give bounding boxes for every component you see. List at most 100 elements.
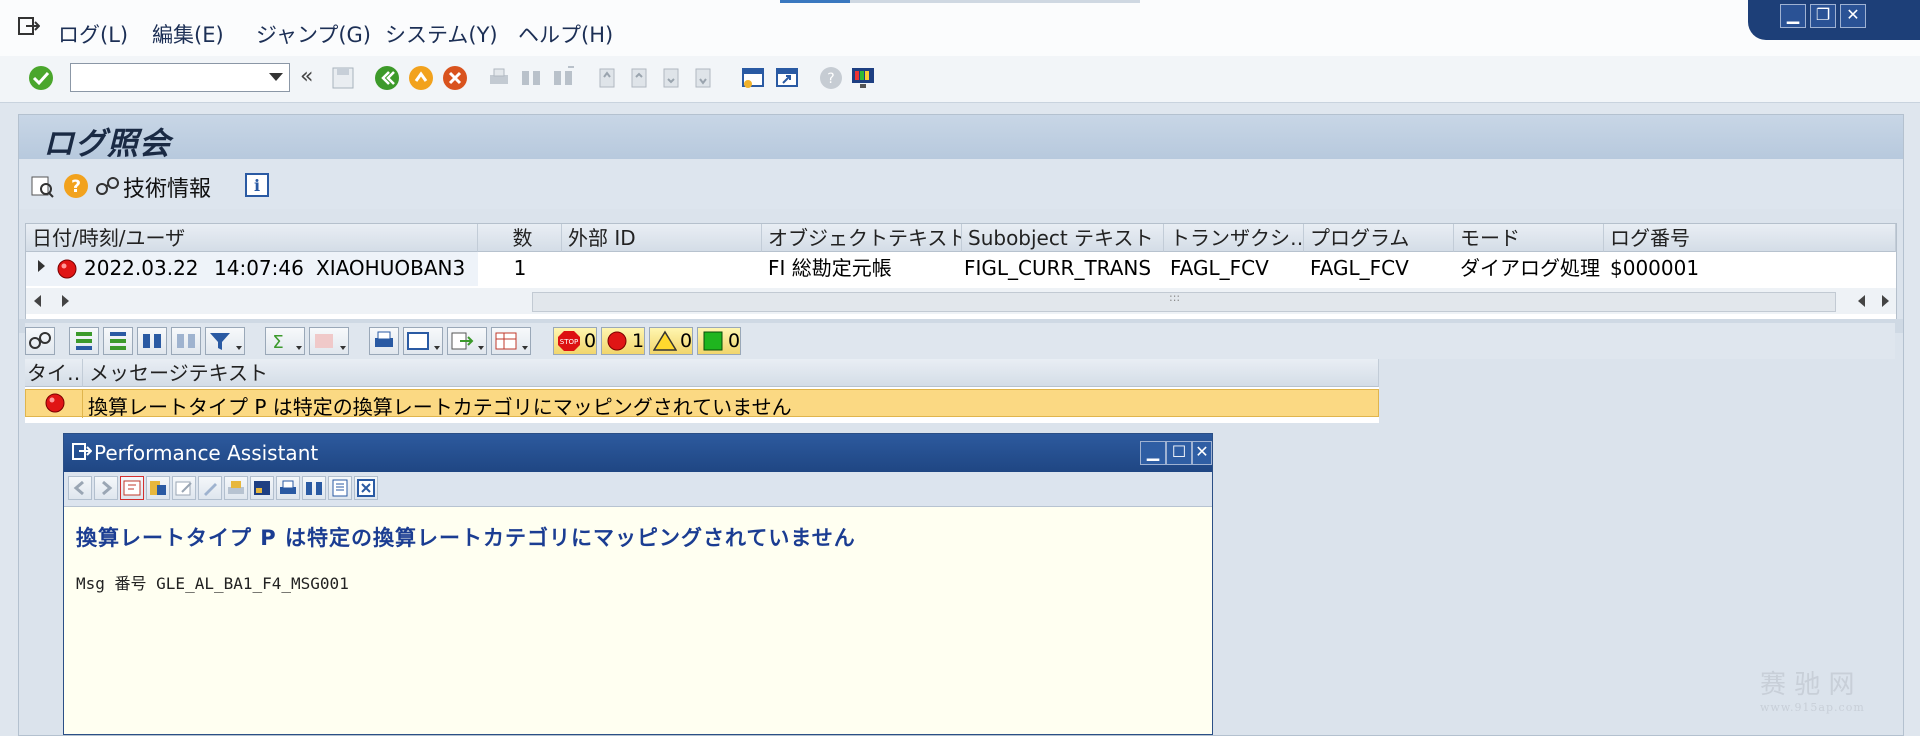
- first-page-icon[interactable]: [594, 65, 620, 91]
- menu-help[interactable]: ヘルプ(H): [518, 19, 613, 49]
- arrow-right-icon[interactable]: [94, 476, 118, 500]
- exit-menu-icon[interactable]: [18, 17, 40, 37]
- menu-system[interactable]: システム(Y): [385, 19, 498, 49]
- new-session-icon[interactable]: [740, 65, 766, 91]
- close-window-icon[interactable]: [354, 476, 378, 500]
- restore-icon[interactable]: ❐: [1810, 4, 1836, 28]
- minimize-icon[interactable]: ▁: [1780, 4, 1806, 28]
- export-icon[interactable]: [447, 327, 487, 355]
- col-header-type[interactable]: タイ…: [25, 359, 83, 387]
- col-header-subobject-text[interactable]: Subobject テキスト: [962, 224, 1164, 252]
- error-counter[interactable]: 1: [601, 327, 645, 355]
- print-icon[interactable]: [276, 476, 300, 500]
- technical-info-button[interactable]: 技術情報: [123, 171, 211, 203]
- glossary-icon[interactable]: [146, 476, 170, 500]
- tab-marker: [850, 0, 1140, 3]
- command-field[interactable]: [70, 63, 290, 92]
- col-header-external-id[interactable]: 外部 ID: [562, 224, 762, 252]
- minimize-icon[interactable]: ▁: [1140, 441, 1166, 465]
- error-status-icon: [45, 393, 65, 413]
- col-header-program[interactable]: プログラム: [1304, 224, 1454, 252]
- close-icon[interactable]: ✕: [1192, 441, 1212, 465]
- pa-title-bar[interactable]: Performance Assistant ▁ ☐ ✕: [64, 434, 1212, 472]
- help-icon[interactable]: ?: [818, 65, 844, 91]
- edit-icon[interactable]: [172, 476, 196, 500]
- warning-counter[interactable]: 0: [649, 327, 693, 355]
- exit-icon[interactable]: [408, 65, 434, 91]
- menu-jump[interactable]: ジャンプ(G): [256, 19, 371, 49]
- customize-layout-icon[interactable]: [850, 65, 876, 91]
- find-next-icon[interactable]: [550, 65, 576, 91]
- col-header-object-text[interactable]: オブジェクトテキスト: [762, 224, 962, 252]
- technical-info-icon[interactable]: [95, 174, 121, 198]
- arrow-left-icon[interactable]: [68, 476, 92, 500]
- scrollbar-track[interactable]: :::: [532, 291, 1836, 312]
- scroll-right-end-icon[interactable]: [1882, 295, 1889, 307]
- print-icon[interactable]: [486, 65, 512, 91]
- scroll-right-icon[interactable]: [62, 295, 69, 307]
- maximize-icon[interactable]: ☐: [1166, 441, 1192, 465]
- stop-count: 0: [584, 330, 597, 352]
- print-preview-icon[interactable]: [369, 327, 399, 355]
- document-list-icon[interactable]: [328, 476, 352, 500]
- collapse-toolbar-icon[interactable]: «: [300, 64, 313, 89]
- col-header-log-number[interactable]: ログ番号: [1604, 224, 1896, 252]
- chevron-down-icon[interactable]: [269, 73, 283, 81]
- menu-edit[interactable]: 編集(E): [152, 19, 224, 49]
- previous-page-icon[interactable]: [626, 65, 652, 91]
- log-table: 日付/時刻/ユーザ 数 外部 ID オブジェクトテキスト Subobject テ…: [25, 223, 1897, 327]
- pa-toolbar: [64, 472, 1212, 507]
- log-object-text: FI 総勘定元帳: [768, 256, 892, 280]
- filter-icon[interactable]: [205, 327, 245, 355]
- layout-icon[interactable]: [491, 327, 531, 355]
- log-date: 2022.03.22: [84, 256, 199, 280]
- enter-check-icon[interactable]: [28, 65, 54, 91]
- subtotal-icon[interactable]: [309, 327, 349, 355]
- sort-descending-icon[interactable]: [103, 327, 133, 355]
- print-doc-icon[interactable]: [224, 476, 248, 500]
- scroll-left-end-icon[interactable]: [1858, 295, 1865, 307]
- warning-count: 0: [680, 330, 693, 352]
- total-icon[interactable]: Σ: [265, 327, 305, 355]
- find-pa-icon[interactable]: [302, 476, 326, 500]
- success-count: 0: [728, 330, 741, 352]
- pa-message-number: Msg 番号 GLE_AL_BA1_F4_MSG001: [76, 574, 349, 593]
- display-detail-icon[interactable]: [29, 173, 55, 199]
- find-alv-icon[interactable]: [137, 327, 167, 355]
- pencil-icon[interactable]: [198, 476, 222, 500]
- shortcut-icon[interactable]: [774, 65, 800, 91]
- scroll-left-icon[interactable]: [34, 295, 41, 307]
- next-page-icon[interactable]: [658, 65, 684, 91]
- application-toolbar: ? 技術情報 i: [19, 159, 1903, 209]
- col-header-count[interactable]: 数: [478, 224, 562, 252]
- exit-menu-icon[interactable]: [72, 443, 92, 461]
- cancel-icon[interactable]: [442, 65, 468, 91]
- scroll-grip[interactable]: :::: [1169, 291, 1180, 304]
- question-icon[interactable]: ?: [63, 173, 89, 199]
- info-icon[interactable]: i: [245, 173, 269, 197]
- views-icon[interactable]: [403, 327, 443, 355]
- technical-info-pa-icon[interactable]: [120, 476, 144, 500]
- close-icon[interactable]: ✕: [1840, 4, 1866, 28]
- main-pane: ログ照会 ? 技術情報 i 日付/時刻/ユーザ 数 外部 ID オブジェクトテキ…: [18, 114, 1904, 736]
- expand-arrow-icon[interactable]: [38, 260, 45, 272]
- col-header-transaction[interactable]: トランザクシ…: [1164, 224, 1304, 252]
- sort-ascending-icon[interactable]: [69, 327, 99, 355]
- stop-counter[interactable]: STOP 0: [553, 327, 597, 355]
- horizontal-scrollbar: :::: [26, 288, 1896, 314]
- window-layout-icon[interactable]: [250, 476, 274, 500]
- col-header-datetime-user[interactable]: 日付/時刻/ユーザ: [26, 224, 478, 252]
- success-counter[interactable]: 0: [697, 327, 741, 355]
- find-next-alv-icon[interactable]: [171, 327, 201, 355]
- watermark-main: 赛 驰 网: [1760, 670, 1855, 700]
- technical-info-alv-icon[interactable]: [25, 327, 55, 355]
- menu-log[interactable]: ログ(L): [58, 19, 128, 49]
- find-icon[interactable]: [518, 65, 544, 91]
- save-icon[interactable]: [330, 65, 356, 91]
- col-header-message-text[interactable]: メッセージテキスト: [83, 359, 1379, 387]
- col-header-mode[interactable]: モード: [1454, 224, 1604, 252]
- back-icon[interactable]: [374, 65, 400, 91]
- last-page-icon[interactable]: [690, 65, 716, 91]
- table-row[interactable]: 換算レートタイプ P は特定の換算レートカテゴリにマッピングされていません: [25, 389, 1379, 419]
- command-input[interactable]: [71, 66, 259, 92]
